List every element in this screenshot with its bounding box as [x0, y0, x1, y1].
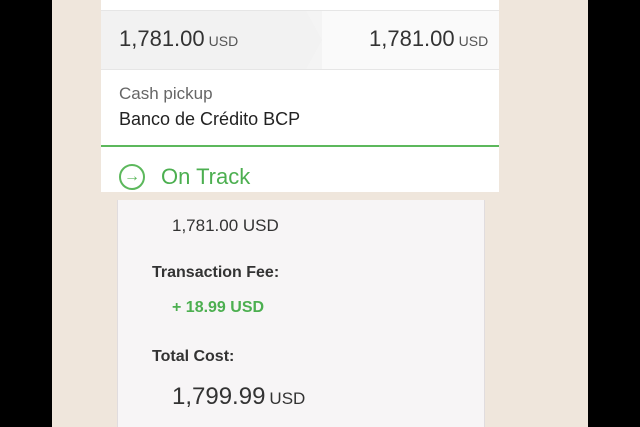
total-label: Total Cost: — [152, 348, 235, 365]
send-currency: USD — [208, 33, 239, 49]
total-amount: 1,799.99 — [172, 383, 266, 410]
delivery-method: Cash pickup — [119, 84, 213, 103]
amount-row: 1,781.00 USD 1,781.00 USD — [101, 10, 499, 70]
receipt-amount: 1,781.00 USD — [172, 216, 279, 235]
pickup-bank-name: Banco de Crédito BCP — [119, 109, 301, 129]
receive-currency: USD — [458, 33, 489, 49]
transfer-summary-card: 1,781.00 USD 1,781.00 USD Cash pickup Banc… — [101, 0, 499, 192]
status-divider — [101, 145, 499, 147]
status-label: On Track — [161, 164, 251, 189]
arrow-circle-icon: → — [119, 164, 145, 190]
receive-amount-value: 1,781.00 — [369, 26, 455, 51]
fee-value: + 18.99 USD — [172, 299, 265, 316]
arrow-divider-icon — [306, 11, 322, 69]
send-amount-value: 1,781.00 — [119, 26, 205, 51]
receipt-card: 1,781.00 USD Transaction Fee: + 18.99 US… — [117, 200, 485, 427]
total-cost: 1,799.99 USD — [172, 383, 305, 411]
fee-label: Transaction Fee: — [152, 264, 280, 281]
status-row[interactable]: → On Track — [119, 162, 250, 192]
send-amount: 1,781.00 USD — [119, 26, 238, 52]
letterbox-right — [588, 0, 640, 427]
total-currency: USD — [269, 389, 306, 408]
letterbox-left — [0, 0, 52, 427]
receive-amount: 1,781.00 USD — [369, 26, 488, 52]
